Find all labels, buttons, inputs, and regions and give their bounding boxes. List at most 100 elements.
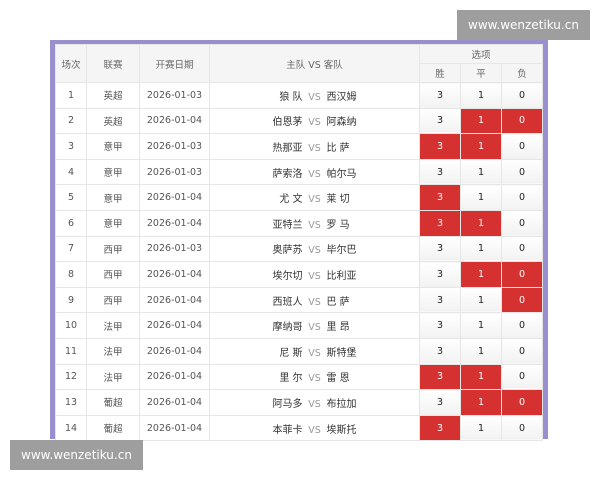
option-win[interactable]: 3 bbox=[419, 184, 461, 211]
option-draw[interactable]: 1 bbox=[460, 107, 502, 135]
header-vs: VS bbox=[308, 59, 321, 71]
vs-label: VS bbox=[308, 398, 321, 410]
option-win[interactable]: 3 bbox=[419, 107, 461, 135]
option-draw[interactable]: 1 bbox=[460, 82, 502, 109]
option-loss[interactable]: 0 bbox=[501, 337, 543, 365]
option-loss[interactable]: 0 bbox=[501, 286, 543, 314]
option-draw[interactable]: 1 bbox=[460, 235, 502, 263]
vs-label: VS bbox=[308, 347, 321, 359]
table-row: 14 葡超 2026-01-04 本菲卡 VS 埃斯托 3 1 0 bbox=[55, 414, 543, 442]
date: 2026-01-04 bbox=[139, 414, 210, 442]
match-no: 10 bbox=[55, 312, 87, 339]
away-team: 雷 恩 bbox=[326, 373, 350, 385]
league: 意甲 bbox=[86, 158, 140, 186]
option-win[interactable]: 3 bbox=[419, 235, 461, 263]
option-draw[interactable]: 1 bbox=[460, 337, 502, 365]
option-win[interactable]: 3 bbox=[419, 209, 461, 237]
away-team: 罗 马 bbox=[326, 219, 350, 231]
option-win[interactable]: 3 bbox=[419, 312, 461, 339]
date: 2026-01-04 bbox=[139, 286, 210, 314]
option-draw[interactable]: 1 bbox=[460, 184, 502, 211]
vs-label: VS bbox=[308, 194, 321, 206]
away-team: 帕尔马 bbox=[326, 168, 357, 180]
vs-label: VS bbox=[308, 219, 321, 231]
league: 西甲 bbox=[86, 261, 140, 288]
league: 英超 bbox=[86, 82, 140, 109]
vs-label: VS bbox=[308, 91, 321, 103]
teams: 亚特兰 VS 罗 马 bbox=[209, 209, 420, 237]
date: 2026-01-04 bbox=[139, 312, 210, 339]
table-row: 10 法甲 2026-01-04 摩纳哥 VS 里 昂 3 1 0 bbox=[55, 312, 543, 339]
header-league: 联赛 bbox=[86, 44, 140, 83]
date: 2026-01-04 bbox=[139, 261, 210, 288]
option-win[interactable]: 3 bbox=[419, 158, 461, 186]
home-team: 阿马多 bbox=[272, 398, 303, 410]
vs-label: VS bbox=[308, 322, 321, 334]
option-win[interactable]: 3 bbox=[419, 82, 461, 109]
vs-label: VS bbox=[308, 424, 321, 436]
option-loss[interactable]: 0 bbox=[501, 184, 543, 211]
teams: 热那亚 VS 比 萨 bbox=[209, 133, 420, 160]
table-row: 3 意甲 2026-01-03 热那亚 VS 比 萨 3 1 0 bbox=[55, 133, 543, 160]
home-team: 狼 队 bbox=[279, 91, 303, 103]
home-team: 尤 文 bbox=[279, 194, 303, 206]
option-draw[interactable]: 1 bbox=[460, 414, 502, 442]
option-draw[interactable]: 1 bbox=[460, 261, 502, 288]
teams: 本菲卡 VS 埃斯托 bbox=[209, 414, 420, 442]
home-team: 奥萨苏 bbox=[272, 245, 303, 257]
option-draw[interactable]: 1 bbox=[460, 133, 502, 160]
vs-label: VS bbox=[308, 142, 321, 154]
option-loss[interactable]: 0 bbox=[501, 158, 543, 186]
header-options: 选项 bbox=[419, 44, 543, 64]
table-row: 2 英超 2026-01-04 伯恩茅 VS 阿森纳 3 1 0 bbox=[55, 107, 543, 135]
option-win[interactable]: 3 bbox=[419, 133, 461, 160]
league: 英超 bbox=[86, 107, 140, 135]
teams: 奥萨苏 VS 毕尔巴 bbox=[209, 235, 420, 263]
table-row: 5 意甲 2026-01-04 尤 文 VS 莱 切 3 1 0 bbox=[55, 184, 543, 211]
table-row: 9 西甲 2026-01-04 西班人 VS 巴 萨 3 1 0 bbox=[55, 286, 543, 314]
option-loss[interactable]: 0 bbox=[501, 209, 543, 237]
option-loss[interactable]: 0 bbox=[501, 389, 543, 416]
vs-label: VS bbox=[308, 270, 321, 282]
option-loss[interactable]: 0 bbox=[501, 82, 543, 109]
option-loss[interactable]: 0 bbox=[501, 261, 543, 288]
league: 西甲 bbox=[86, 235, 140, 263]
option-win[interactable]: 3 bbox=[419, 389, 461, 416]
option-win[interactable]: 3 bbox=[419, 261, 461, 288]
header-date: 开赛日期 bbox=[139, 44, 210, 83]
league: 葡超 bbox=[86, 414, 140, 442]
league: 意甲 bbox=[86, 133, 140, 160]
away-team: 毕尔巴 bbox=[326, 245, 357, 257]
option-win[interactable]: 3 bbox=[419, 286, 461, 314]
option-loss[interactable]: 0 bbox=[501, 414, 543, 442]
option-draw[interactable]: 1 bbox=[460, 286, 502, 314]
header-no: 场次 bbox=[55, 44, 87, 83]
option-loss[interactable]: 0 bbox=[501, 235, 543, 263]
option-draw[interactable]: 1 bbox=[460, 158, 502, 186]
vs-label: VS bbox=[308, 245, 321, 257]
header-draw: 平 bbox=[460, 63, 502, 83]
option-win[interactable]: 3 bbox=[419, 414, 461, 442]
option-draw[interactable]: 1 bbox=[460, 389, 502, 416]
option-win[interactable]: 3 bbox=[419, 337, 461, 365]
table-row: 8 西甲 2026-01-04 埃尔切 VS 比利亚 3 1 0 bbox=[55, 261, 543, 288]
header-loss: 负 bbox=[501, 63, 543, 83]
match-no: 4 bbox=[55, 158, 87, 186]
home-team: 尼 斯 bbox=[279, 347, 303, 359]
option-loss[interactable]: 0 bbox=[501, 363, 543, 391]
league: 意甲 bbox=[86, 209, 140, 237]
option-loss[interactable]: 0 bbox=[501, 107, 543, 135]
date: 2026-01-03 bbox=[139, 158, 210, 186]
away-team: 莱 切 bbox=[326, 194, 350, 206]
option-win[interactable]: 3 bbox=[419, 363, 461, 391]
option-draw[interactable]: 1 bbox=[460, 312, 502, 339]
match-no: 8 bbox=[55, 261, 87, 288]
date: 2026-01-04 bbox=[139, 107, 210, 135]
home-team: 热那亚 bbox=[272, 142, 303, 154]
vs-label: VS bbox=[308, 373, 321, 385]
match-no: 2 bbox=[55, 107, 87, 135]
option-draw[interactable]: 1 bbox=[460, 209, 502, 237]
option-loss[interactable]: 0 bbox=[501, 133, 543, 160]
option-draw[interactable]: 1 bbox=[460, 363, 502, 391]
option-loss[interactable]: 0 bbox=[501, 312, 543, 339]
